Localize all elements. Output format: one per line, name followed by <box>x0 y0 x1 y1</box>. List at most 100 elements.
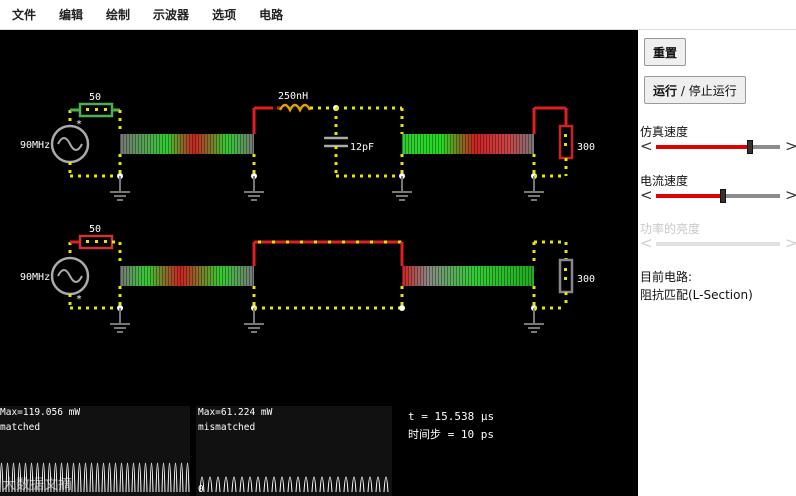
sim-speed-thumb[interactable] <box>747 140 753 154</box>
bottom-source-label: 90MHz <box>20 272 50 283</box>
scope-trace-segment <box>311 476 317 493</box>
top-ac-source[interactable] <box>50 110 120 178</box>
top-resistor-label: 50 <box>89 92 101 103</box>
scope-trace-segment <box>327 476 333 493</box>
scope-trace-segment <box>137 462 142 493</box>
sim-time: t = 15.538 µs <box>408 410 495 423</box>
top-capacitor-label: 12pF <box>350 142 374 153</box>
top-inductor[interactable] <box>270 103 339 113</box>
power-brightness-track <box>656 242 780 246</box>
bottom-circuit[interactable]: 90MHz * 50 300 <box>20 224 595 333</box>
scope-trace-segment <box>95 462 100 493</box>
scope-trace-segment <box>303 476 309 493</box>
scope-trace-segment <box>271 476 277 493</box>
scope-trace-segment <box>143 462 148 493</box>
scope-trace-segment <box>207 476 213 493</box>
current-speed-thumb[interactable] <box>720 189 726 203</box>
sim-speed-decrease-icon[interactable]: < <box>640 138 653 154</box>
bottom-tline-2[interactable] <box>399 240 566 333</box>
bottom-tline-1[interactable] <box>110 242 264 333</box>
bottom-load-resistor[interactable] <box>558 242 574 308</box>
current-speed-track[interactable] <box>656 189 780 203</box>
top-load-label: 300 <box>577 142 595 153</box>
menu-scope[interactable]: 示波器 <box>153 6 189 23</box>
top-source-label: 90MHz <box>20 140 50 151</box>
scope-trace-segment <box>247 476 253 493</box>
current-circuit-value: 阻抗匹配(L-Section) <box>640 288 753 302</box>
menu-options[interactable]: 选项 <box>212 6 236 23</box>
scope-trace-segment <box>131 462 136 493</box>
scope-matched-label: matched <box>0 422 41 433</box>
scope-trace-segment <box>231 476 237 493</box>
scope-trace-segment <box>287 476 293 493</box>
scope-trace-segment <box>279 476 285 493</box>
scope-trace-segment <box>343 476 349 493</box>
sim-speed-track[interactable] <box>656 140 780 154</box>
menu-circuits[interactable]: 电路 <box>259 6 283 23</box>
bottom-ac-source[interactable] <box>50 242 120 310</box>
scope-trace-segment <box>367 476 373 493</box>
scope-trace-segment <box>239 476 245 493</box>
menu-draw[interactable]: 绘制 <box>106 6 130 23</box>
reset-button[interactable]: 重置 <box>644 38 687 66</box>
scope-trace-segment <box>359 476 365 493</box>
menu-edit[interactable]: 编辑 <box>59 6 83 23</box>
current-speed-slider[interactable]: < > <box>640 187 796 204</box>
scope-mismatched[interactable]: Max=61.224 mW mismatched 0 <box>196 406 392 496</box>
run-stop-button[interactable]: 运行 / 停止运行 <box>644 76 746 104</box>
scope-trace-segment <box>77 462 82 493</box>
scope-matched-max: Max=119.056 mW <box>0 407 81 418</box>
scope-trace-segment <box>113 462 118 493</box>
top-source-marker: * <box>76 119 82 130</box>
scope-trace-segment <box>179 462 184 493</box>
scope-mismatched-label: mismatched <box>198 422 256 433</box>
scope-mismatched-zero: 0 <box>198 484 204 495</box>
control-panel: 重置 运行 / 停止运行 仿真速度 < > 电流速度 < > 功率的亮度 < >… <box>638 30 796 496</box>
scope-trace-segment <box>161 462 166 493</box>
scope-trace-segment <box>223 476 229 493</box>
scope-trace-segment <box>335 476 341 493</box>
sim-speed-slider[interactable]: < > <box>640 138 796 155</box>
bottom-connecting-wires[interactable] <box>254 240 402 310</box>
scope-trace-segment <box>155 462 160 493</box>
power-brightness-decrease-icon: < <box>640 234 653 252</box>
scope-trace-segment <box>319 476 325 493</box>
scope-trace-segment <box>107 462 112 493</box>
bottom-source-resistor[interactable] <box>70 234 122 266</box>
scope-trace-segment <box>119 462 124 493</box>
bottom-load-label: 300 <box>577 274 595 285</box>
current-circuit-label: 目前电路: <box>640 270 693 284</box>
current-speed-increase-icon[interactable]: > <box>785 187 796 203</box>
scope-mismatched-waveform <box>199 476 389 493</box>
scope-trace-segment <box>185 462 190 493</box>
circuit-schematic[interactable]: 90MHz * 50 250nH 12pF 300 90MHz * 50 300 <box>0 30 638 406</box>
sim-speed-increase-icon[interactable]: > <box>785 138 796 154</box>
scope-trace-segment <box>101 462 106 493</box>
current-speed-decrease-icon[interactable]: < <box>640 187 653 203</box>
power-brightness-increase-icon: > <box>785 234 796 252</box>
scope-trace-segment <box>255 476 261 493</box>
bottom-resistor-label: 50 <box>89 224 101 235</box>
scope-trace-segment <box>71 462 76 493</box>
power-brightness-slider: < > <box>640 234 796 252</box>
scope-trace-segment <box>351 476 357 493</box>
scope-trace-segment <box>263 476 269 493</box>
stop-button-label: / 停止运行 <box>677 83 737 98</box>
scope-trace-segment <box>89 462 94 493</box>
scope-trace-segment <box>83 462 88 493</box>
scope-trace-segment <box>167 462 172 493</box>
circuit-canvas[interactable]: 90MHz * 50 250nH 12pF 300 90MHz * 50 300… <box>0 30 638 496</box>
scope-trace-segment <box>149 462 154 493</box>
scope-trace-segment <box>215 476 221 493</box>
top-circuit[interactable]: 90MHz * 50 250nH 12pF 300 <box>20 91 595 201</box>
top-tline-1[interactable] <box>110 106 270 201</box>
menu-bar: 文件 编辑 绘制 示波器 选项 电路 <box>0 0 796 30</box>
reset-button-label: 重置 <box>653 45 678 60</box>
scope-trace-segment <box>125 462 130 493</box>
top-tline-2[interactable] <box>392 106 566 201</box>
menu-file[interactable]: 文件 <box>12 6 36 23</box>
watermark-logo: 大数据文摘 <box>2 477 72 493</box>
scope-mismatched-max: Max=61.224 mW <box>198 407 273 418</box>
run-button-label: 运行 <box>653 83 678 98</box>
top-load-resistor[interactable] <box>558 108 574 176</box>
